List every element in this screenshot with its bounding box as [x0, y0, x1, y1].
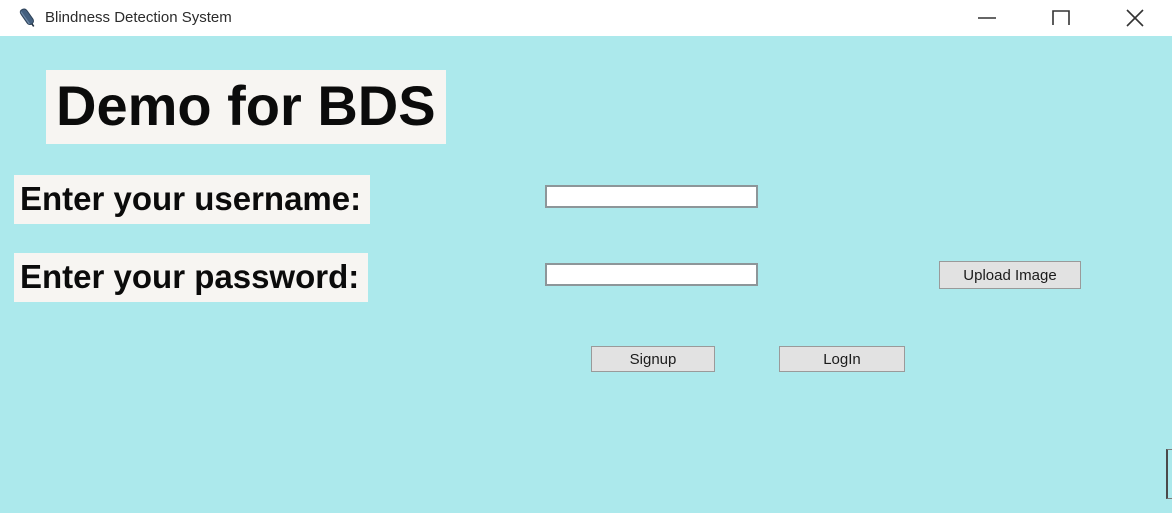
password-label: Enter your password: — [14, 253, 369, 302]
feather-icon — [14, 4, 42, 30]
window-edge-artifact — [1166, 449, 1172, 499]
username-input[interactable] — [545, 185, 758, 208]
title-bar: Blindness Detection System — [0, 0, 1172, 36]
password-input[interactable] — [545, 263, 758, 286]
application-window: Blindness Detection System Demo for BDS … — [0, 0, 1172, 513]
maximize-button[interactable] — [1024, 0, 1098, 36]
maximize-icon — [1051, 9, 1071, 27]
login-button[interactable]: LogIn — [779, 346, 905, 372]
signup-button[interactable]: Signup — [591, 346, 715, 372]
close-button[interactable] — [1098, 0, 1172, 36]
client-area: Demo for BDS Enter your username: Enter … — [0, 36, 1172, 513]
window-title: Blindness Detection System — [45, 9, 232, 26]
minimize-button[interactable] — [950, 0, 1024, 36]
window-controls — [950, 0, 1172, 36]
close-icon — [1124, 7, 1146, 29]
minimize-icon — [976, 11, 998, 25]
page-title: Demo for BDS — [46, 70, 446, 144]
upload-image-button[interactable]: Upload Image — [939, 261, 1081, 289]
username-label: Enter your username: — [14, 175, 371, 224]
